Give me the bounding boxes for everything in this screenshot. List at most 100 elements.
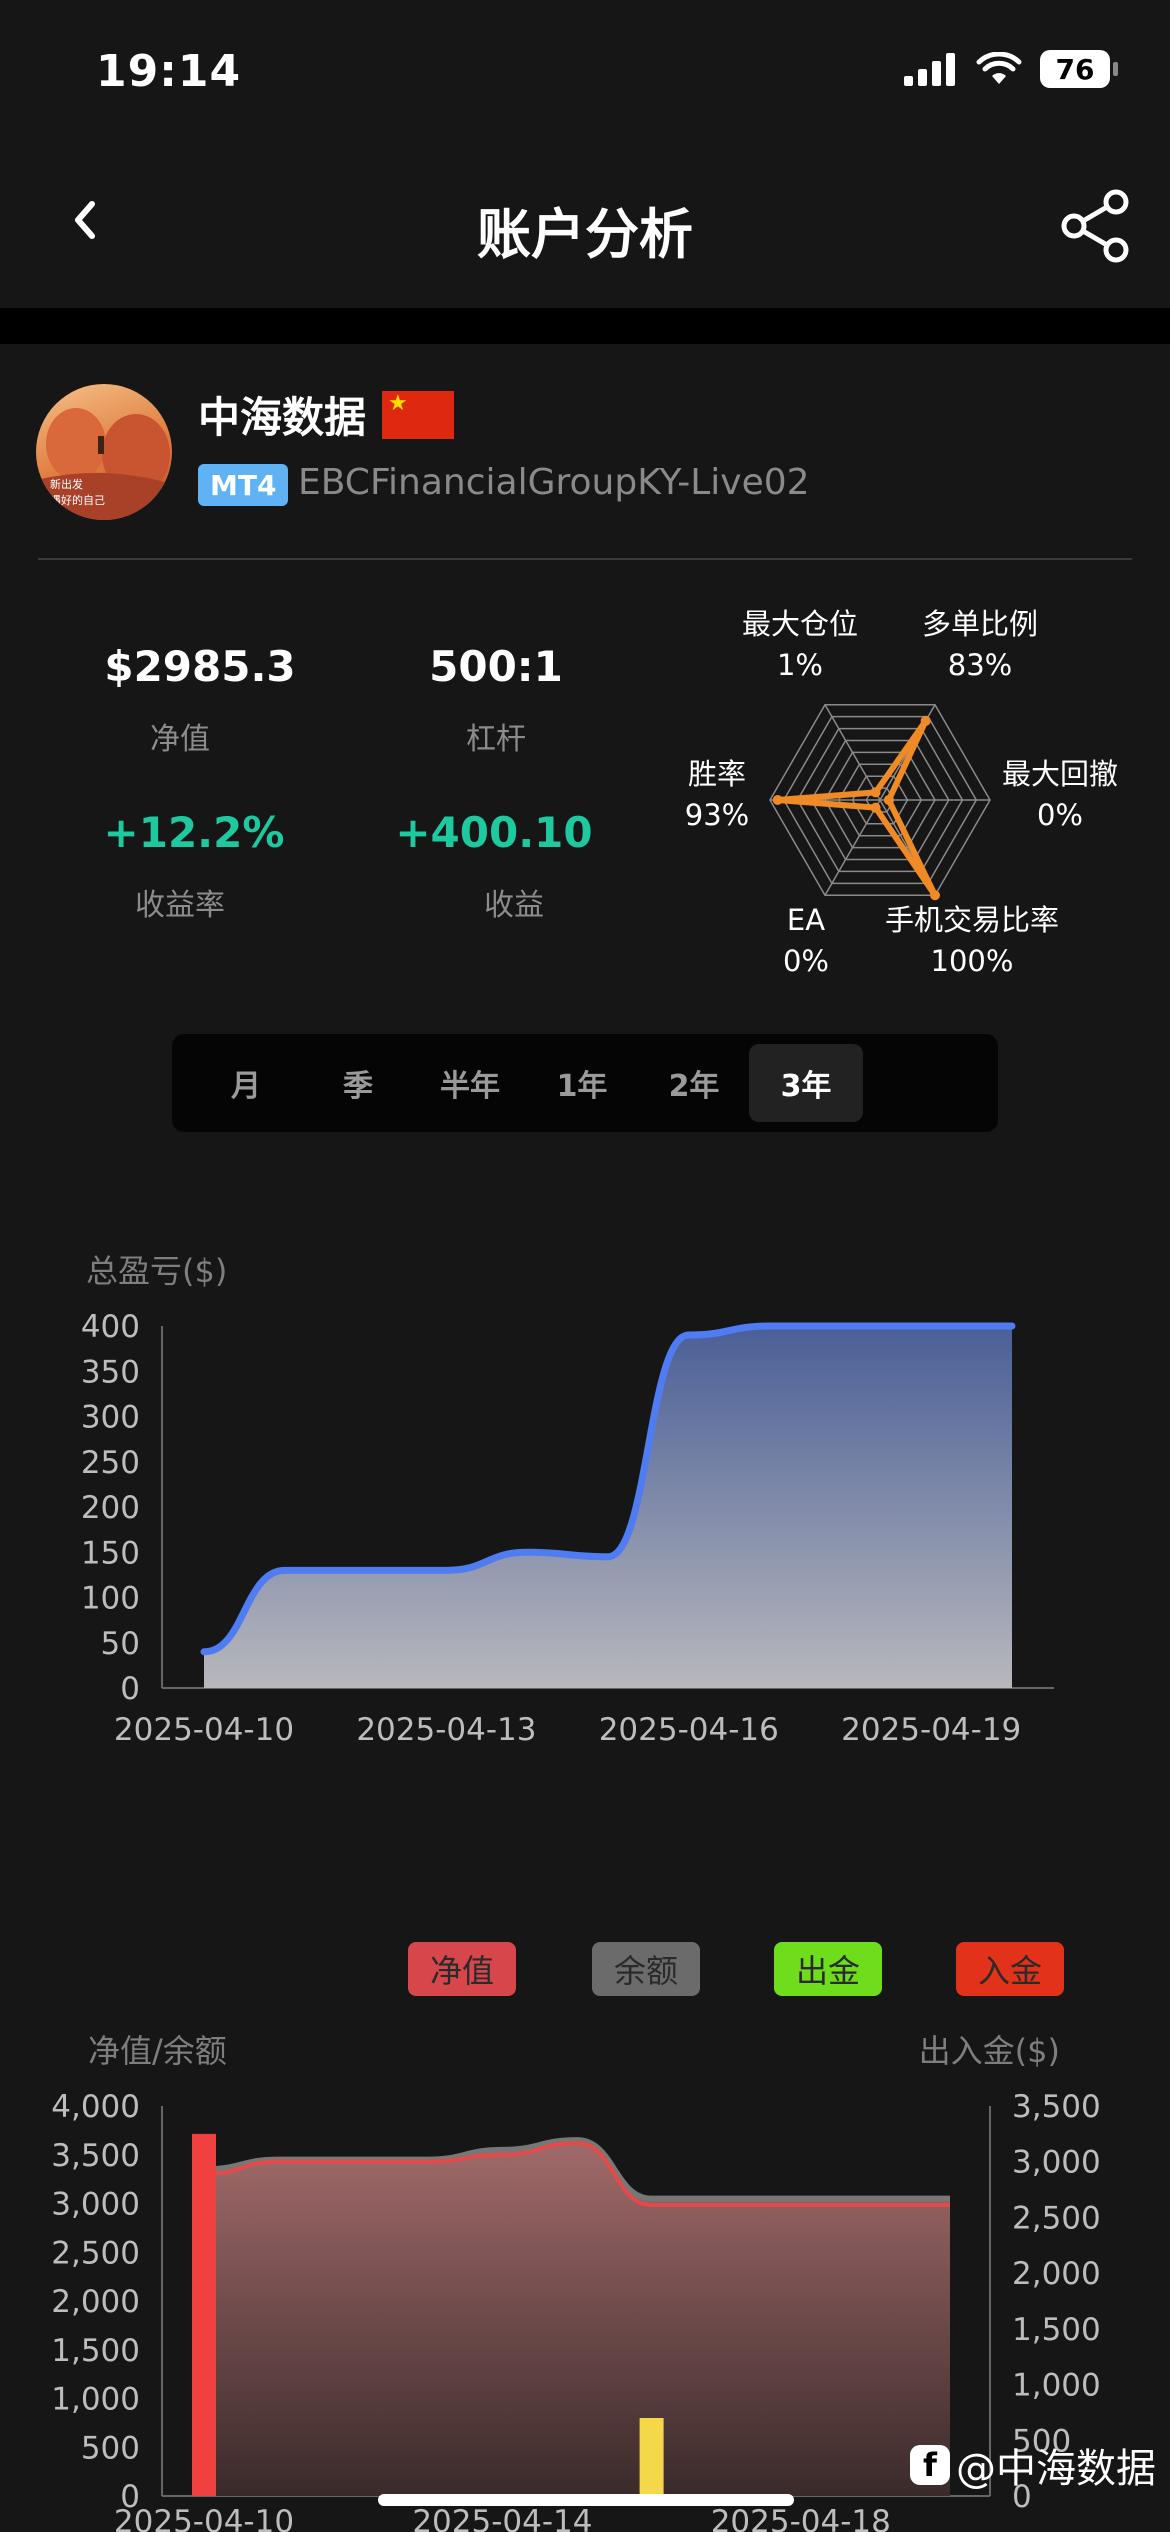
page-title: 账户分析 bbox=[477, 203, 693, 266]
radar-axis-value: 93% bbox=[684, 797, 750, 832]
radar-point bbox=[870, 787, 881, 798]
battery-icon: 76 bbox=[1040, 50, 1118, 88]
radar-point bbox=[772, 795, 783, 805]
pnl-y-tick: 200 bbox=[81, 1490, 140, 1526]
equity-y-tick-right: 1,000 bbox=[1012, 2368, 1101, 2404]
profile-name-row: 中海数据 ★ bbox=[198, 384, 455, 445]
avatar-image: 新出发 遇好的自己 bbox=[36, 408, 172, 520]
equity-x-tick: 2025-04-10 bbox=[114, 2504, 294, 2532]
radar-axis-value: 0% bbox=[782, 943, 829, 978]
equity-x-tick: 2025-04-14 bbox=[412, 2504, 592, 2532]
radar-label-max-position: 最大仓位 1% bbox=[730, 604, 870, 685]
pnl-y-tick: 50 bbox=[101, 1626, 140, 1662]
equity-chart-ylabel-right: 出入金($) bbox=[918, 2032, 1060, 2070]
radar-point bbox=[920, 715, 931, 726]
pnl-y-tick: 300 bbox=[81, 1400, 140, 1436]
equity-y-tick-right: 1,500 bbox=[1012, 2312, 1101, 2348]
pnl-chart: 0 50 100 150 200 250 300 350 400 2025-04-10 2025-0… bbox=[81, 1309, 1054, 1748]
watermark: f @中海数据 bbox=[910, 2436, 1156, 2494]
pnl-y-tick: 150 bbox=[81, 1535, 140, 1571]
profit-value: +400.10 bbox=[395, 808, 593, 857]
pnl-x-tick: 2025-04-16 bbox=[599, 1712, 779, 1748]
pnl-y-tick: 400 bbox=[81, 1309, 140, 1345]
leverage-value: 500:1 bbox=[429, 642, 563, 691]
equity-chart-ylabel-left: 净值/余额 bbox=[88, 2032, 227, 2070]
radar-point bbox=[883, 795, 894, 805]
china-flag-icon: ★ bbox=[382, 390, 455, 439]
radar-label-long-ratio: 多单比例 83% bbox=[900, 604, 1060, 685]
equity-y-tick-left: 1,000 bbox=[51, 2382, 140, 2418]
equity-y-tick-right: 2,000 bbox=[1012, 2256, 1101, 2292]
equity-y-tick-right: 3,000 bbox=[1012, 2145, 1101, 2181]
return-rate-label: 收益率 bbox=[135, 888, 225, 923]
radar-axis-value: 0% bbox=[1036, 797, 1083, 832]
home-indicator[interactable] bbox=[378, 2494, 794, 2506]
platform-badge: MT4 bbox=[198, 464, 289, 506]
equity-area bbox=[204, 2140, 950, 2496]
profit-label: 收益 bbox=[484, 888, 544, 923]
equity-y-tick-left: 1,500 bbox=[51, 2333, 140, 2369]
profile-divider bbox=[38, 558, 1132, 560]
share-icon[interactable] bbox=[1056, 186, 1136, 266]
pnl-y-tick: 350 bbox=[81, 1354, 140, 1390]
tab-period[interactable]: 半年 bbox=[413, 1044, 527, 1122]
legend-item[interactable]: 余额 bbox=[592, 1942, 700, 1996]
radar-label-mobile-ratio: 手机交易比率 100% bbox=[872, 900, 1072, 981]
radar-axis-value: 83% bbox=[947, 647, 1013, 682]
pnl-y-tick: 100 bbox=[81, 1581, 140, 1617]
status-icons: 76 bbox=[904, 50, 1118, 88]
wifi-icon bbox=[976, 52, 1022, 84]
legend-item[interactable]: 入金 bbox=[956, 1942, 1064, 1996]
avatar[interactable]: 新出发 遇好的自己 bbox=[36, 384, 172, 520]
signal-icon bbox=[904, 53, 955, 86]
equity-y-tick-right: 3,500 bbox=[1012, 2089, 1101, 2125]
radar-point bbox=[930, 890, 940, 901]
avatar-text-1: 新出发 bbox=[50, 477, 83, 491]
weibo-logo-icon: f bbox=[910, 2445, 950, 2485]
equity-y-tick-left: 2,000 bbox=[51, 2284, 140, 2320]
radar-label-max-drawdown: 最大回撤 0% bbox=[990, 754, 1130, 835]
radar-axis-name: 最大回撤 bbox=[1001, 757, 1118, 791]
pnl-x-tick: 2025-04-19 bbox=[841, 1712, 1021, 1748]
nav-separator bbox=[0, 308, 1170, 344]
equity-x-tick: 2025-04-18 bbox=[711, 2504, 891, 2532]
legend-item[interactable]: 净值 bbox=[408, 1942, 516, 1996]
radar-axis-name: 手机交易比率 bbox=[884, 903, 1059, 937]
tab-period[interactable]: 2年 bbox=[637, 1044, 751, 1122]
pnl-chart-ylabel: 总盈亏($) bbox=[86, 1252, 228, 1290]
account-server: EBCFinancialGroupKY-Live02 bbox=[298, 462, 810, 503]
equity-y-tick-left: 4,000 bbox=[51, 2089, 140, 2125]
pnl-area bbox=[204, 1326, 1012, 1688]
cashflow-bar bbox=[192, 2133, 216, 2496]
radar-axis-name: 最大仓位 bbox=[741, 607, 858, 641]
radar-axis-value: 1% bbox=[776, 647, 823, 682]
pnl-x-tick: 2025-04-13 bbox=[356, 1712, 536, 1748]
equity-y-tick-left: 500 bbox=[81, 2430, 140, 2466]
radar-axis-name: 胜率 bbox=[687, 757, 746, 791]
equity-y-tick-left: 3,500 bbox=[51, 2138, 140, 2174]
status-time: 19:14 bbox=[96, 46, 242, 97]
equity-y-tick-left: 3,000 bbox=[51, 2187, 140, 2223]
cashflow-bar bbox=[639, 2418, 664, 2496]
return-rate-value: +12.2% bbox=[103, 808, 285, 857]
pnl-y-tick: 250 bbox=[81, 1445, 140, 1481]
radar-axis-value: 100% bbox=[930, 943, 1014, 978]
equity-y-tick-left: 2,500 bbox=[51, 2235, 140, 2271]
avatar-text-2: 遇好的自己 bbox=[50, 493, 105, 507]
equity-y-tick-right: 2,500 bbox=[1012, 2200, 1101, 2236]
watermark-text: @中海数据 bbox=[956, 2446, 1156, 2492]
equity-value: $2985.3 bbox=[104, 642, 296, 691]
radar-axis-name: EA bbox=[786, 903, 826, 937]
equity-label: 净值 bbox=[150, 722, 210, 757]
leverage-label: 杠杆 bbox=[466, 722, 526, 757]
tab-period[interactable]: 月 bbox=[189, 1044, 303, 1122]
radar-label-ea: EA 0% bbox=[766, 900, 846, 981]
legend-item[interactable]: 出金 bbox=[774, 1942, 882, 1996]
tab-period[interactable]: 1年 bbox=[525, 1044, 639, 1122]
tab-period[interactable]: 3年 bbox=[749, 1044, 863, 1122]
tab-period[interactable]: 季 bbox=[301, 1044, 415, 1122]
radar-point bbox=[870, 802, 881, 813]
radar-label-win-rate: 胜率 93% bbox=[670, 754, 764, 835]
pnl-y-tick: 0 bbox=[120, 1671, 140, 1707]
radar-axis-name: 多单比例 bbox=[921, 607, 1038, 641]
